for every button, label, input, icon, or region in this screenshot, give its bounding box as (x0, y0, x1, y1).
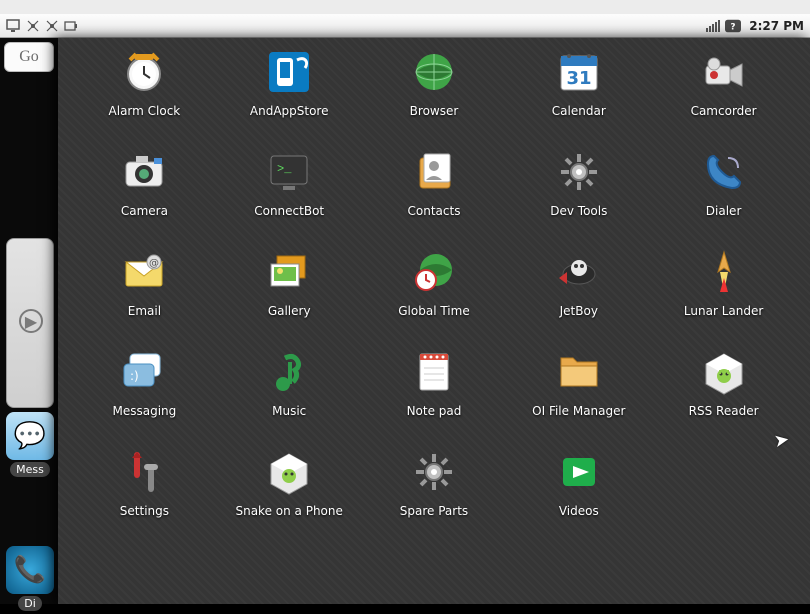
app-notepad[interactable]: Note pad (372, 346, 497, 418)
dialer-icon (698, 146, 750, 198)
app-label: Dev Tools (550, 204, 607, 218)
status-right: ? 2:27 PM (705, 18, 804, 34)
app-videos[interactable]: Videos (516, 446, 641, 518)
app-label: Contacts (408, 204, 461, 218)
app-calendar[interactable]: 31 Calendar (516, 46, 641, 118)
messaging-icon: :) (118, 346, 170, 398)
app-label: Browser (410, 104, 459, 118)
notepad-icon (408, 346, 460, 398)
alarm-clock-icon (118, 46, 170, 98)
window-titlebar (0, 0, 810, 14)
snake-icon (263, 446, 315, 498)
app-jetboy[interactable]: JetBoy (516, 246, 641, 318)
radio-icon (25, 18, 41, 34)
spare-parts-icon (408, 446, 460, 498)
app-label: JetBoy (560, 304, 598, 318)
browser-icon (408, 46, 460, 98)
email-icon: @ (118, 246, 170, 298)
svg-text::): :) (130, 369, 139, 383)
app-label: Alarm Clock (109, 104, 181, 118)
app-browser[interactable]: Browser (372, 46, 497, 118)
app-camera[interactable]: Camera (82, 146, 207, 218)
app-dialer[interactable]: Dialer (661, 146, 786, 218)
app-label: Settings (120, 504, 169, 518)
app-email[interactable]: @ Email (82, 246, 207, 318)
app-label: Lunar Lander (684, 304, 763, 318)
calendar-icon: 31 (553, 46, 605, 98)
app-label: RSS Reader (689, 404, 759, 418)
clock: 2:27 PM (749, 19, 804, 33)
media-widget[interactable]: ▶ (6, 238, 54, 408)
app-grid: Alarm Clock AndAppStore Browser 31 Calen… (58, 38, 810, 526)
app-label: Calendar (552, 104, 606, 118)
signal-icon (705, 18, 721, 34)
dev-tools-icon (553, 146, 605, 198)
app-label: Global Time (398, 304, 469, 318)
messaging-icon: 💬 (6, 412, 54, 460)
camcorder-icon (698, 46, 750, 98)
app-label: Snake on a Phone (235, 504, 342, 518)
app-label: Messaging (113, 404, 177, 418)
music-icon (263, 346, 315, 398)
file-manager-icon (553, 346, 605, 398)
home-shortcut-messaging[interactable]: 💬 Mess (2, 412, 58, 480)
app-label: AndAppStore (250, 104, 329, 118)
jetboy-icon (553, 246, 605, 298)
app-label: Videos (559, 504, 599, 518)
status-bar: ? 2:27 PM (0, 14, 810, 38)
status-left (6, 18, 79, 34)
app-contacts[interactable]: Contacts (372, 146, 497, 218)
app-label: OI File Manager (532, 404, 625, 418)
svg-text:?: ? (731, 22, 736, 32)
battery-icon (63, 18, 79, 34)
app-snake[interactable]: Snake on a Phone (227, 446, 352, 518)
app-lunar-lander[interactable]: Lunar Lander (661, 246, 786, 318)
settings-icon (118, 446, 170, 498)
home-shortcut-label: Mess (10, 462, 50, 477)
app-label: Camera (121, 204, 168, 218)
app-music[interactable]: Music (227, 346, 352, 418)
svg-text:@: @ (149, 258, 159, 269)
connectbot-icon: >_ (263, 146, 315, 198)
app-label: Music (272, 404, 306, 418)
app-andappstore[interactable]: AndAppStore (227, 46, 352, 118)
lunar-lander-icon (698, 246, 750, 298)
app-spare-parts[interactable]: Spare Parts (372, 446, 497, 518)
svg-text:>_: >_ (277, 162, 292, 176)
contacts-icon (408, 146, 460, 198)
dialer-icon: 📞 (6, 546, 54, 594)
app-label: ConnectBot (254, 204, 324, 218)
videos-icon (553, 446, 605, 498)
app-alarm-clock[interactable]: Alarm Clock (82, 46, 207, 118)
global-time-icon (408, 246, 460, 298)
rss-reader-icon (698, 346, 750, 398)
app-label: Camcorder (691, 104, 757, 118)
app-rss-reader[interactable]: RSS Reader (661, 346, 786, 418)
gallery-icon (263, 246, 315, 298)
play-icon: ▶ (19, 309, 43, 333)
app-label: Gallery (268, 304, 311, 318)
radio2-icon (44, 18, 60, 34)
app-label: Dialer (706, 204, 742, 218)
app-drawer: Alarm Clock AndAppStore Browser 31 Calen… (58, 38, 810, 604)
svg-text:31: 31 (566, 68, 591, 89)
app-connectbot[interactable]: >_ ConnectBot (227, 146, 352, 218)
monitor-icon (6, 18, 22, 34)
app-gallery[interactable]: Gallery (227, 246, 352, 318)
app-oi-file-manager[interactable]: OI File Manager (516, 346, 641, 418)
app-label: Note pad (407, 404, 462, 418)
app-camcorder[interactable]: Camcorder (661, 46, 786, 118)
camera-icon (118, 146, 170, 198)
andappstore-icon (263, 46, 315, 98)
app-label: Email (128, 304, 161, 318)
app-global-time[interactable]: Global Time (372, 246, 497, 318)
app-messaging[interactable]: :) Messaging (82, 346, 207, 418)
google-logo-fragment: Go (19, 48, 39, 66)
search-widget[interactable]: Go (4, 42, 54, 72)
app-dev-tools[interactable]: Dev Tools (516, 146, 641, 218)
data-badge-icon: ? (725, 18, 741, 34)
app-label: Spare Parts (400, 504, 468, 518)
app-settings[interactable]: Settings (82, 446, 207, 518)
